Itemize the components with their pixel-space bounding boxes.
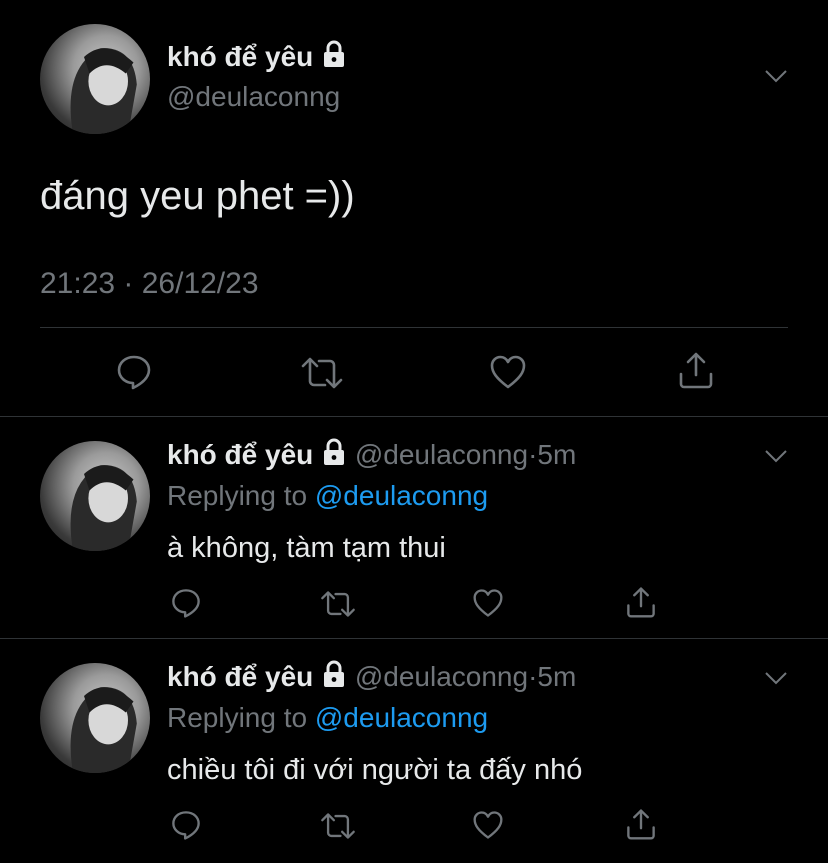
like-icon[interactable] (472, 810, 504, 840)
share-icon[interactable] (677, 350, 715, 390)
replying-to: Replying to @deulaconng (167, 479, 488, 513)
reply-text: chiều tôi đi với người ta đấy nhó (167, 754, 583, 786)
reply-icon[interactable] (115, 353, 153, 391)
separator: · (528, 661, 538, 692)
lock-icon (321, 438, 347, 466)
divider (0, 638, 828, 639)
handle[interactable]: @deulaconng (167, 80, 340, 114)
retweet-icon[interactable] (299, 355, 345, 391)
handle[interactable]: @deulaconng (355, 661, 528, 692)
lock-icon (321, 40, 347, 68)
separator: · (528, 439, 538, 470)
divider (0, 416, 828, 417)
chevron-down-icon[interactable] (764, 68, 788, 84)
share-icon[interactable] (625, 585, 657, 619)
tweet-text: đáng yeu phet =)) (40, 174, 355, 218)
replying-to: Replying to @deulaconng (167, 701, 488, 735)
timestamp[interactable]: 21:23 · 26/12/23 (40, 266, 259, 302)
chevron-down-icon[interactable] (764, 448, 788, 464)
divider (40, 327, 788, 328)
time[interactable]: 5m (537, 661, 576, 692)
display-name[interactable]: khó để yêu (167, 41, 313, 72)
retweet-icon[interactable] (319, 589, 357, 619)
avatar[interactable] (40, 663, 150, 773)
reply-text: à không, tàm tạm thui (167, 532, 446, 564)
like-icon[interactable] (489, 354, 527, 390)
retweet-icon[interactable] (319, 811, 357, 841)
replying-handle-link[interactable]: @deulaconng (315, 480, 488, 511)
display-name[interactable]: khó để yêu (167, 661, 313, 692)
like-icon[interactable] (472, 588, 504, 618)
replying-prefix: Replying to (167, 702, 308, 733)
replying-prefix: Replying to (167, 480, 308, 511)
chevron-down-icon[interactable] (764, 670, 788, 686)
handle[interactable]: @deulaconng (355, 439, 528, 470)
avatar[interactable] (40, 24, 150, 134)
reply-icon[interactable] (170, 809, 202, 841)
display-name[interactable]: khó để yêu (167, 439, 313, 470)
share-icon[interactable] (625, 807, 657, 841)
replying-handle-link[interactable]: @deulaconng (315, 702, 488, 733)
reply-icon[interactable] (170, 587, 202, 619)
time[interactable]: 5m (537, 439, 576, 470)
lock-icon (321, 660, 347, 688)
avatar[interactable] (40, 441, 150, 551)
